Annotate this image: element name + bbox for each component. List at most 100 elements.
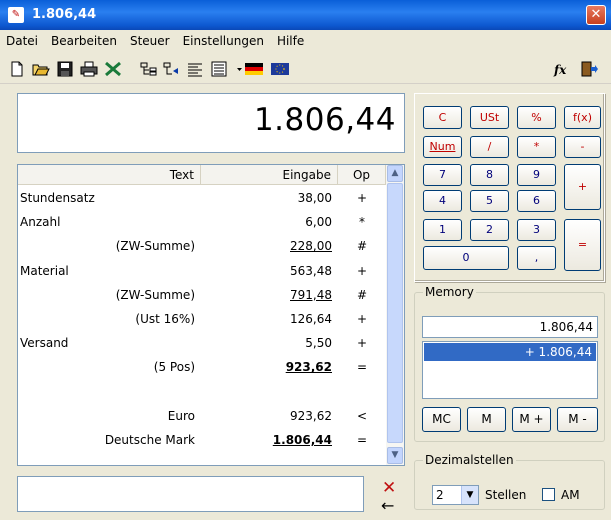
entry-table[interactable]: Text Eingabe Op Stundensatz 38,00 + Anza… — [17, 164, 405, 466]
row-text: Deutsche Mark — [104, 432, 195, 447]
table-header: Text Eingabe Op — [18, 165, 386, 185]
table-row[interactable]: (ZW-Summe) 228,00 # — [18, 233, 386, 257]
save-disk-icon[interactable] — [56, 61, 74, 77]
key-7[interactable]: 7 — [423, 164, 462, 186]
row-text: Stundensatz — [20, 191, 95, 205]
key-8[interactable]: 8 — [470, 164, 509, 186]
new-document-icon[interactable] — [8, 61, 26, 77]
key-0[interactable]: 0 — [423, 246, 509, 270]
function-fx-icon[interactable]: fx — [552, 61, 570, 77]
row-op: = — [356, 432, 368, 447]
table-row[interactable]: Material 563,48 + — [18, 258, 386, 282]
table-body: Stundensatz 38,00 + Anzahl 6,00 * (ZW-Su… — [18, 185, 386, 451]
result-display: 1.806,44 — [17, 93, 405, 153]
dropdown-arrow-icon[interactable]: ▼ — [461, 486, 478, 504]
percent-button[interactable]: % — [517, 106, 556, 129]
key-1[interactable]: 1 — [423, 219, 462, 241]
keypad: C USt % f(x) Num / * - 7 8 9 + 4 5 6 1 2… — [414, 93, 605, 282]
list-lines-icon[interactable] — [210, 61, 228, 77]
euro-flag-icon[interactable] — [270, 61, 290, 77]
table-row[interactable]: Versand 5,50 + — [18, 330, 386, 354]
toolbar: fx — [0, 52, 611, 84]
align-lines-icon[interactable] — [186, 61, 204, 77]
print-icon[interactable] — [80, 61, 98, 77]
menu-bearbeiten[interactable]: Bearbeiten — [51, 34, 117, 48]
row-eingabe: 5,50 — [305, 336, 332, 351]
row-text: (ZW-Summe) — [115, 239, 195, 254]
key-9[interactable]: 9 — [517, 164, 556, 186]
key-3[interactable]: 3 — [517, 219, 556, 241]
num-button[interactable]: Num — [423, 136, 462, 158]
row-op: # — [356, 239, 368, 254]
key-5[interactable]: 5 — [470, 190, 509, 212]
row-op: + — [356, 336, 368, 351]
key-4[interactable]: 4 — [423, 190, 462, 212]
key-6[interactable]: 6 — [517, 190, 556, 212]
header-op[interactable]: Op — [338, 165, 386, 185]
title-bar: ✎ 1.806,44 ✕ — [0, 0, 611, 30]
menu-datei[interactable]: Datei — [6, 34, 38, 48]
table-row[interactable]: Stundensatz 38,00 + — [18, 185, 386, 209]
svg-text:fx: fx — [553, 63, 567, 77]
ust-button[interactable]: USt — [470, 106, 509, 129]
memory-plus-button[interactable]: M + — [512, 407, 551, 432]
stellen-label: Stellen — [485, 488, 527, 502]
row-text: (ZW-Summe) — [115, 287, 195, 302]
decimals-select[interactable]: 2 ▼ — [432, 485, 479, 505]
calculator-app-icon: ✎ — [8, 7, 24, 23]
am-label: AM — [561, 488, 580, 502]
table-row[interactable]: Euro 923,62 < — [18, 403, 386, 427]
memory-clear-button[interactable]: MC — [422, 407, 461, 432]
scroll-down-arrow-icon[interactable]: ▼ — [387, 447, 403, 464]
minus-button[interactable]: - — [564, 136, 601, 158]
memory-store-button[interactable]: M — [467, 407, 506, 432]
multiply-button[interactable]: * — [517, 136, 556, 158]
menu-einstellungen[interactable]: Einstellungen — [183, 34, 264, 48]
row-eingabe: 923,62 — [290, 408, 332, 423]
clear-x-icon[interactable]: ✕ — [382, 478, 396, 498]
table-row[interactable] — [18, 379, 386, 403]
equals-button[interactable]: = — [564, 219, 601, 271]
excel-export-icon[interactable] — [104, 61, 122, 77]
table-row[interactable]: (ZW-Summe) 791,48 # — [18, 282, 386, 306]
plus-button[interactable]: + — [564, 164, 601, 210]
row-op: + — [356, 263, 368, 278]
table-scrollbar[interactable]: ▲ ▼ — [386, 165, 404, 465]
insert-row-icon[interactable] — [163, 61, 181, 77]
german-flag-dropdown-icon[interactable] — [236, 61, 266, 77]
memory-minus-button[interactable]: M - — [557, 407, 598, 432]
exit-door-icon[interactable] — [580, 61, 598, 77]
row-eingabe: 38,00 — [297, 191, 332, 205]
comma-button[interactable]: , — [517, 246, 556, 270]
scroll-thumb[interactable] — [387, 183, 403, 443]
row-eingabe: 563,48 — [290, 263, 332, 278]
am-checkbox[interactable] — [542, 488, 555, 501]
key-2[interactable]: 2 — [470, 219, 509, 241]
table-row[interactable]: (Ust 16%) 126,64 + — [18, 306, 386, 330]
tree-expand-icon[interactable] — [140, 61, 158, 77]
open-folder-icon[interactable] — [32, 61, 50, 77]
memory-list-item[interactable]: + 1.806,44 — [424, 343, 596, 361]
menu-steuer[interactable]: Steuer — [130, 34, 170, 48]
row-eingabe: 791,48 — [290, 287, 332, 302]
menu-bar: Datei Bearbeiten Steuer Einstellungen Hi… — [0, 30, 611, 52]
function-button[interactable]: f(x) — [564, 106, 601, 129]
divide-button[interactable]: / — [470, 136, 509, 158]
row-text: Versand — [20, 336, 69, 351]
table-row[interactable]: Anzahl 6,00 * — [18, 209, 386, 233]
header-text[interactable]: Text — [18, 165, 201, 185]
backspace-arrow-icon[interactable]: ← — [381, 496, 394, 515]
memory-list[interactable]: + 1.806,44 — [422, 341, 598, 399]
entry-input[interactable] — [17, 476, 364, 512]
clear-button[interactable]: C — [423, 106, 462, 129]
close-button[interactable]: ✕ — [586, 5, 606, 25]
table-row[interactable]: (5 Pos) 923,62 = — [18, 354, 386, 378]
menu-hilfe[interactable]: Hilfe — [277, 34, 304, 48]
table-row[interactable]: Deutsche Mark 1.806,44 = — [18, 427, 386, 451]
row-eingabe: 228,00 — [290, 239, 332, 254]
row-op: + — [356, 311, 368, 326]
memory-group: Memory 1.806,44 + 1.806,44 MC M M + M - — [414, 285, 605, 442]
header-eingabe[interactable]: Eingabe — [201, 165, 338, 185]
scroll-up-arrow-icon[interactable]: ▲ — [387, 165, 403, 182]
row-text: (5 Pos) — [153, 360, 195, 375]
